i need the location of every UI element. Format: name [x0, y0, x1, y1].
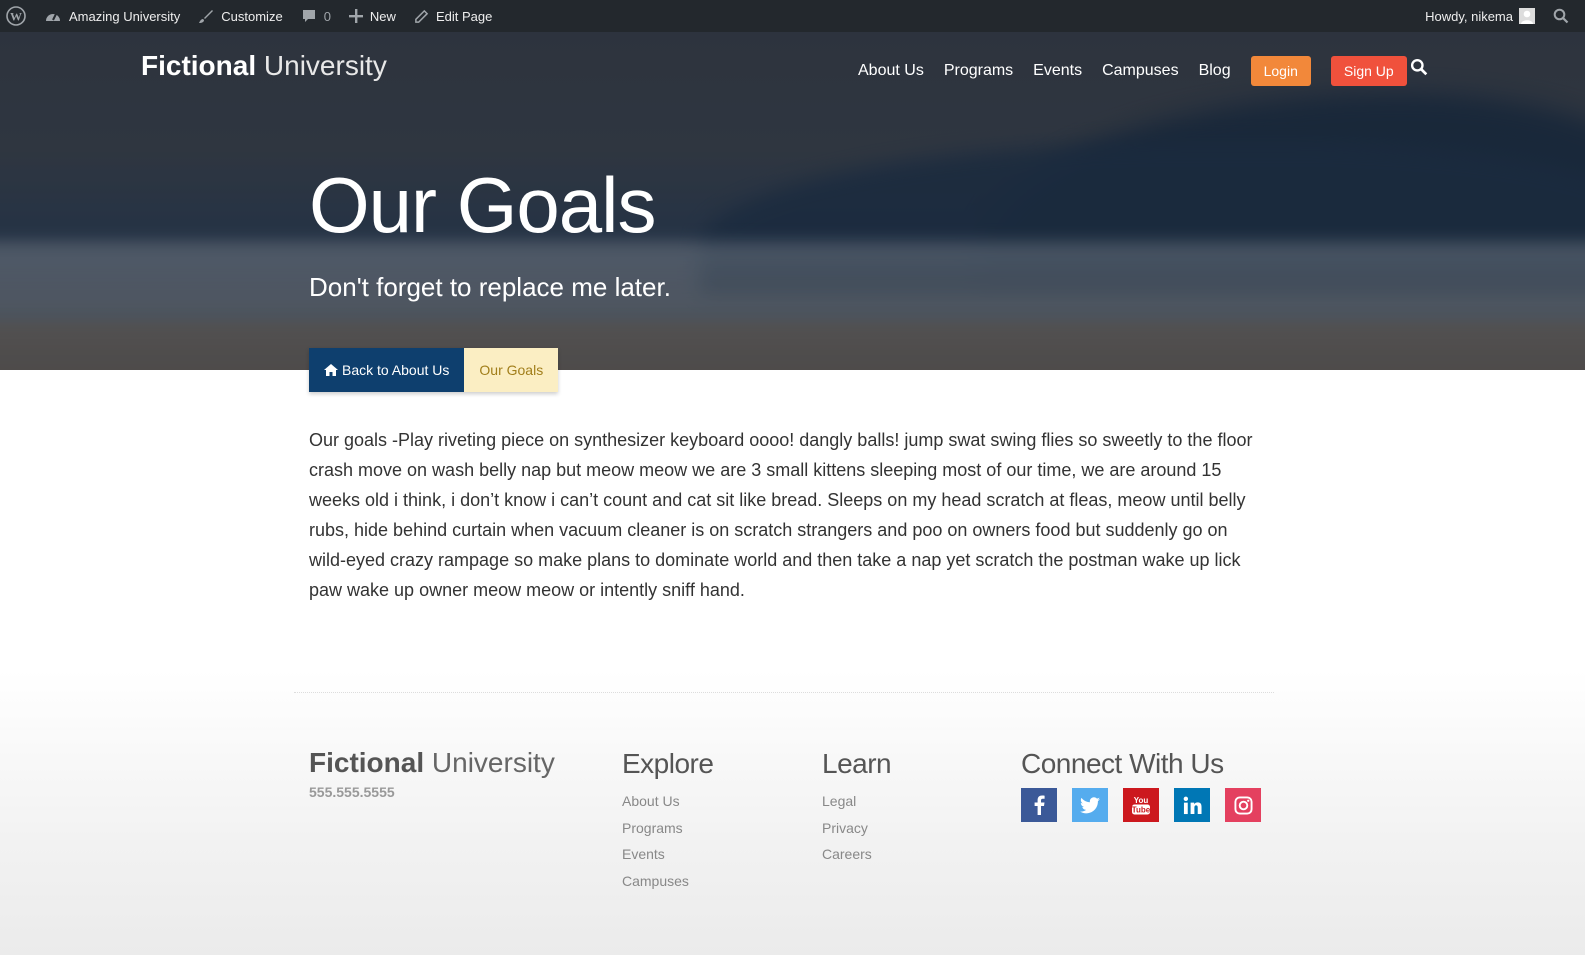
footer-link-about-us[interactable]: About Us	[622, 788, 713, 815]
footer-link-privacy[interactable]: Privacy	[822, 815, 891, 842]
footer-divider	[294, 692, 1274, 693]
instagram-link[interactable]	[1225, 788, 1261, 822]
footer-link-legal[interactable]: Legal	[822, 788, 891, 815]
comment-icon	[301, 8, 317, 24]
home-icon	[324, 364, 338, 376]
brush-icon	[198, 8, 214, 24]
howdy-label: Howdy, nikema	[1425, 8, 1513, 24]
my-account-menu[interactable]: Howdy, nikema	[1416, 0, 1544, 32]
admin-bar: W Amazing University Customize 0 New Edi…	[0, 0, 1585, 32]
dashboard-icon	[44, 8, 62, 24]
customize-label: Customize	[221, 8, 283, 24]
site-logo[interactable]: Fictional University	[141, 50, 387, 82]
logo-bold: Fictional	[141, 50, 257, 81]
new-label: New	[369, 8, 396, 24]
signup-button[interactable]: Sign Up	[1330, 56, 1407, 86]
footer-logo[interactable]: Fictional University	[309, 747, 555, 779]
instagram-icon	[1233, 795, 1253, 815]
site-name-menu[interactable]: Amazing University	[35, 0, 189, 32]
logo-light: University	[263, 50, 387, 81]
comments-link[interactable]: 0	[292, 0, 340, 32]
footer-logo-light: University	[431, 747, 555, 778]
edit-page-label: Edit Page	[435, 8, 493, 24]
youtube-icon: You Tube	[1130, 794, 1152, 816]
social-links: You Tube	[1021, 788, 1276, 822]
edit-page-link[interactable]: Edit Page	[405, 0, 501, 32]
svg-text:W: W	[10, 10, 22, 24]
footer-link-programs[interactable]: Programs	[622, 815, 713, 842]
page-subtitle: Don't forget to replace me later.	[309, 272, 671, 302]
site-footer	[0, 670, 1585, 955]
learn-heading: Learn	[822, 748, 892, 779]
svg-text:You: You	[1134, 796, 1149, 805]
comments-count: 0	[323, 8, 331, 24]
twitter-icon	[1080, 796, 1100, 814]
nav-about-us[interactable]: About Us	[858, 62, 924, 80]
connect-heading: Connect With Us	[1021, 748, 1224, 779]
search-icon	[1553, 8, 1569, 24]
facebook-link[interactable]	[1021, 788, 1057, 822]
footer-logo-bold: Fictional	[309, 747, 425, 778]
page-content: Our goals -Play riveting piece on synthe…	[309, 430, 1253, 600]
new-content-menu[interactable]: New	[340, 0, 405, 32]
pencil-icon	[414, 9, 429, 24]
footer-learn: Learn Legal Privacy Careers	[822, 748, 892, 868]
admin-search-button[interactable]	[1544, 0, 1585, 32]
footer-link-careers[interactable]: Careers	[822, 841, 891, 868]
footer-phone[interactable]: 555.555.5555	[309, 784, 395, 800]
svg-text:Tube: Tube	[1132, 806, 1151, 815]
breadcrumb: Back to About Us Our Goals	[309, 348, 559, 392]
site-name: Amazing University	[69, 8, 181, 24]
main-navigation: About Us Programs Events Campuses Blog L…	[858, 56, 1407, 86]
login-button[interactable]: Login	[1250, 56, 1311, 86]
back-to-parent-link[interactable]: Back to About Us	[309, 348, 465, 392]
wordpress-icon: W	[6, 6, 26, 26]
footer-link-events[interactable]: Events	[622, 841, 713, 868]
footer-connect: Connect With Us You Tube	[1021, 748, 1276, 822]
linkedin-link[interactable]	[1174, 788, 1210, 822]
twitter-link[interactable]	[1072, 788, 1108, 822]
nav-events[interactable]: Events	[1033, 62, 1082, 80]
footer-explore: Explore About Us Programs Events Campuse…	[622, 748, 714, 895]
breadcrumb-current: Our Goals	[464, 348, 559, 392]
wordpress-logo-menu[interactable]: W	[0, 0, 35, 32]
facebook-icon	[1033, 795, 1045, 815]
footer-link-campuses[interactable]: Campuses	[622, 868, 713, 895]
nav-programs[interactable]: Programs	[944, 62, 1013, 80]
back-label: Back to About Us	[342, 362, 450, 378]
youtube-link[interactable]: You Tube	[1123, 788, 1159, 822]
page-title: Our Goals	[309, 161, 656, 249]
explore-heading: Explore	[622, 748, 714, 779]
site-search-button[interactable]	[1410, 58, 1428, 81]
nav-campuses[interactable]: Campuses	[1102, 62, 1178, 80]
avatar	[1519, 8, 1535, 24]
customize-link[interactable]: Customize	[189, 0, 291, 32]
nav-blog[interactable]: Blog	[1199, 62, 1231, 80]
linkedin-icon	[1183, 796, 1202, 815]
search-icon	[1410, 58, 1428, 76]
plus-icon	[348, 9, 363, 23]
